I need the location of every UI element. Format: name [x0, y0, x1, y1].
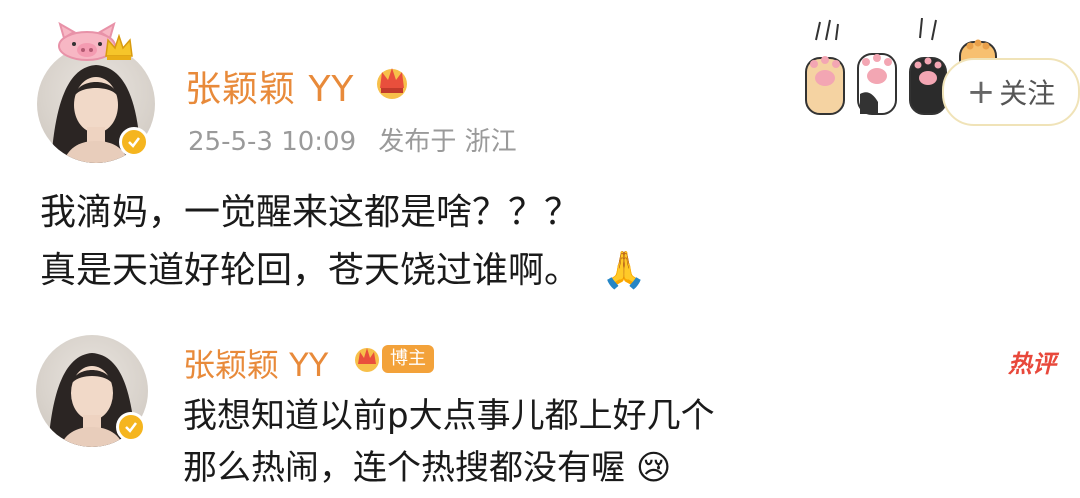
vip-crown-icon	[377, 68, 407, 99]
comment-line-2-text: 那么热闹，连个热搜都没有喔	[183, 448, 625, 488]
timestamp-text: 25-5-3 10:09	[188, 127, 357, 157]
plus-icon: +	[966, 72, 996, 112]
post-line-1: 我滴妈，一觉醒来这都是啥？？？	[40, 192, 581, 233]
sad-emoji: 😢	[635, 448, 672, 488]
post-timestamp: 25-5-3 10:09 发布于 浙江	[188, 121, 517, 158]
blogger-badge: 博主	[352, 344, 434, 374]
author-name[interactable]: 张颖颖 YY	[185, 60, 354, 112]
post-line-2-text: 真是天道好轮回，苍天饶过谁啊。	[40, 250, 581, 291]
pray-emoji: 🙏	[601, 250, 647, 291]
crown-icon	[355, 348, 379, 372]
comment-line-2: 那么热闹，连个热搜都没有喔 😢	[183, 438, 671, 498]
comment-author-name[interactable]: 张颖颖 YY	[183, 340, 328, 386]
hot-comment-label: 热评	[1008, 350, 1056, 378]
verified-badge-icon	[119, 127, 149, 157]
publish-location: 发布于 浙江	[378, 127, 517, 157]
verified-badge-icon	[116, 412, 146, 442]
post-line-2: 真是天道好轮回，苍天饶过谁啊。 🙏	[40, 242, 646, 300]
crown-icon	[105, 34, 133, 60]
follow-label: 关注	[999, 77, 1056, 110]
follow-button[interactable]: + 关注	[942, 58, 1080, 126]
blogger-badge-label: 博主	[382, 345, 434, 373]
comment-line-1: 我想知道以前p大点事儿都上好几个	[183, 396, 715, 436]
